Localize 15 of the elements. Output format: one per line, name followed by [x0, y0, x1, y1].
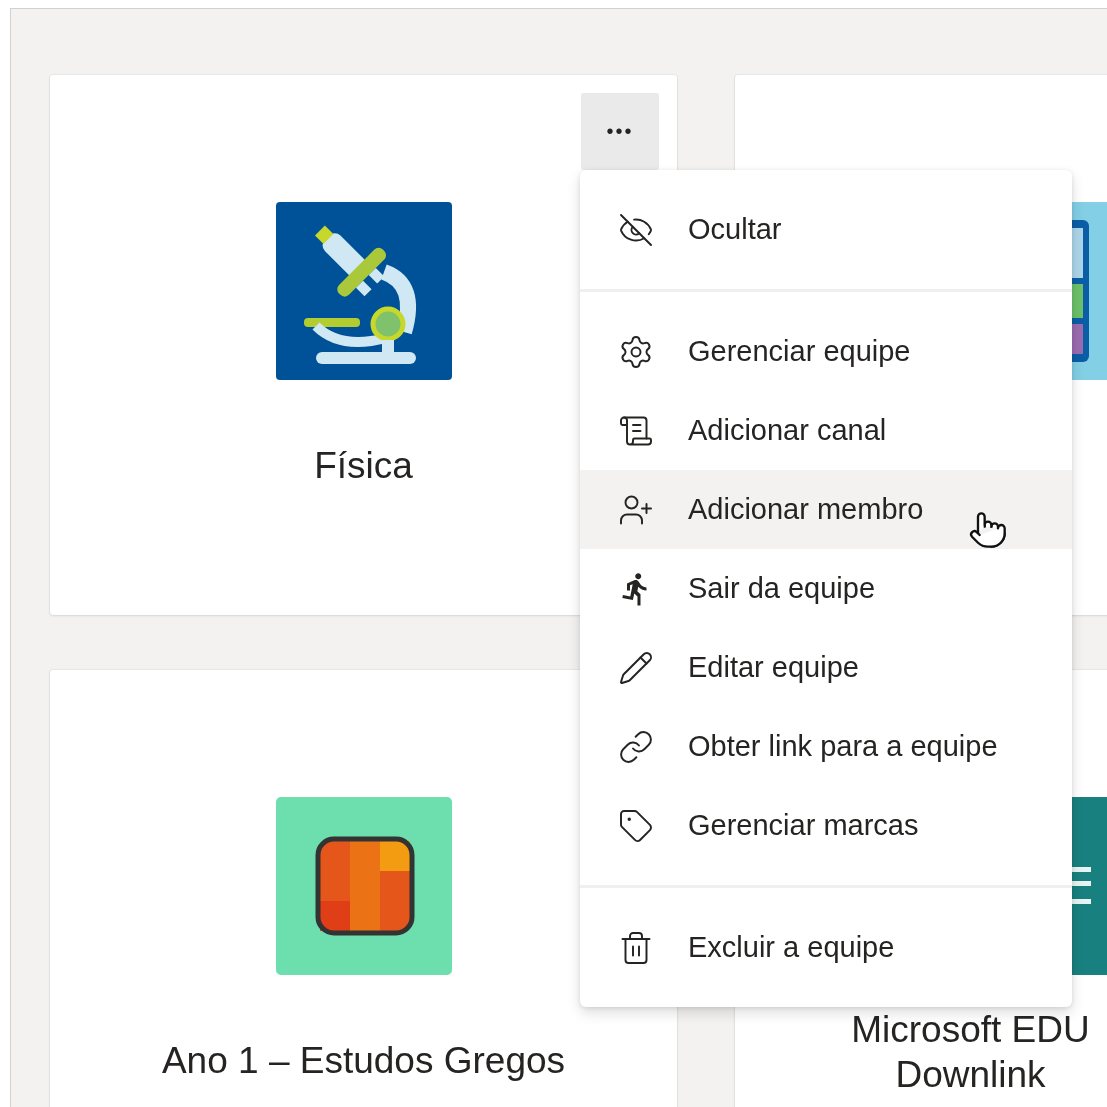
more-options-button[interactable]: ••• — [581, 93, 659, 170]
menu-item[interactable]: Ocultar — [580, 190, 1072, 269]
hide-icon — [618, 211, 654, 248]
link-icon — [618, 728, 654, 765]
pencil-icon — [618, 649, 654, 686]
team-name: Física — [314, 444, 413, 488]
team-name: Ano 1 – Estudos Gregos — [161, 1039, 566, 1083]
team-name: Downlink — [894, 1053, 1047, 1097]
menu-item[interactable]: Adicionar membro — [580, 470, 1072, 549]
menu-item[interactable]: Sair da equipe — [580, 549, 1072, 628]
menu-item[interactable]: Gerenciar equipe — [580, 312, 1072, 391]
team-name: Microsoft EDU — [851, 1008, 1090, 1052]
tag-icon — [618, 807, 654, 844]
menu-item[interactable]: Adicionar canal — [580, 391, 1072, 470]
hand-cursor-icon — [968, 510, 1008, 550]
